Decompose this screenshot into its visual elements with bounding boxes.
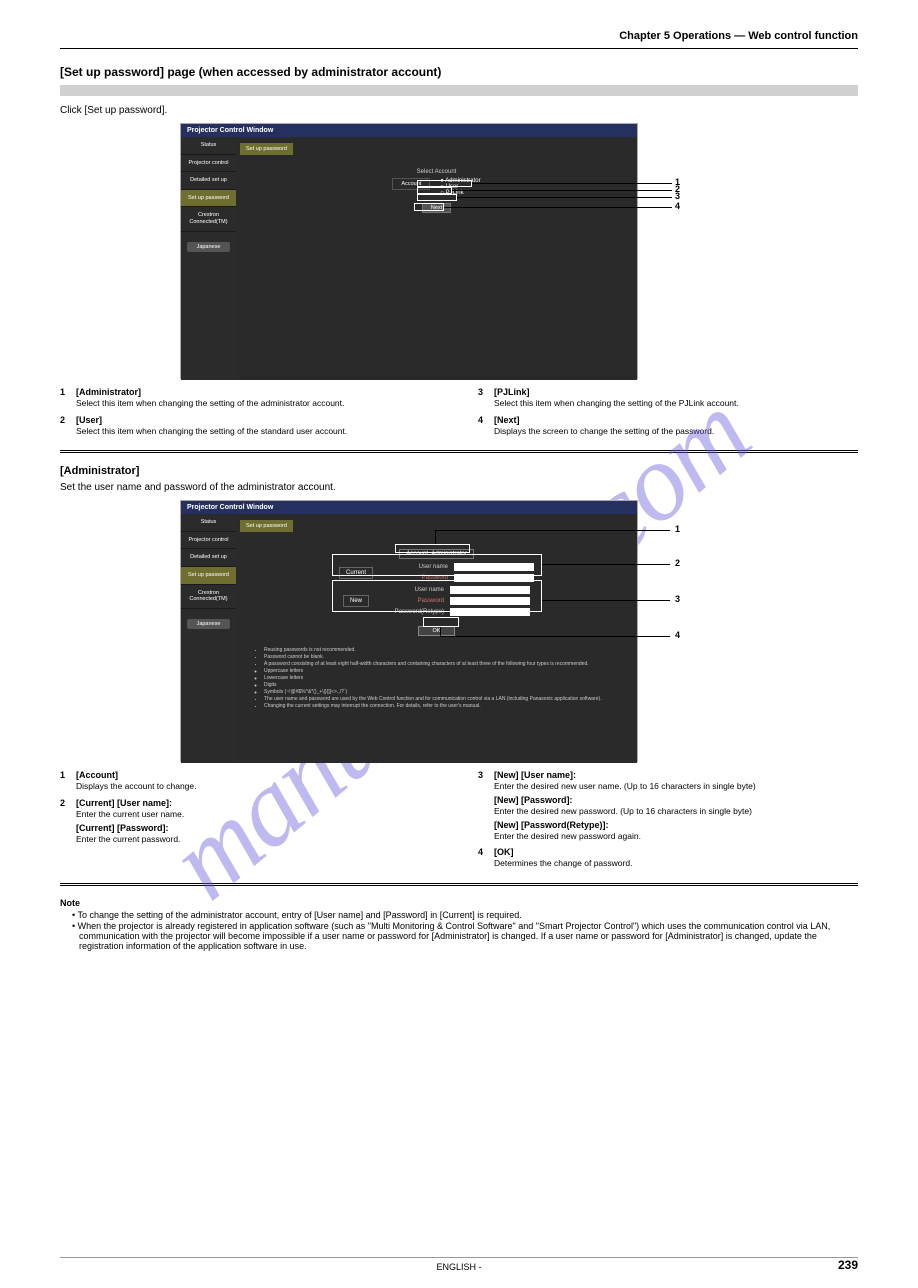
tab-setup-password[interactable]: Set up password <box>240 143 293 155</box>
side2-detailed-setup[interactable]: Detailed set up <box>181 549 236 567</box>
callout2-3-num: 3 <box>675 594 680 604</box>
figure-1-wrap: Projector Control Window Status Projecto… <box>180 123 780 379</box>
figure-2-wrap: Projector Control Window Status Projecto… <box>180 500 780 762</box>
side-status[interactable]: Status <box>181 137 236 155</box>
side2-setup-password[interactable]: Set up password <box>181 567 236 585</box>
fig2-title: Projector Control Window <box>187 504 273 511</box>
language-button-2[interactable]: Japanese <box>187 619 230 629</box>
tab2-setup-password[interactable]: Set up password <box>240 520 293 532</box>
fig2-notes: Reusing passwords is not recommended. Pa… <box>236 640 637 716</box>
note-item-2: • When the projector is already register… <box>72 921 858 951</box>
callout-3-num: 3 <box>675 191 680 201</box>
callout2-4-num: 4 <box>675 630 680 640</box>
gray-bar-1 <box>60 85 858 96</box>
section2-body: Set the user name and password of the ad… <box>60 481 858 494</box>
fig1-sidebar: Status Projector control Detailed set up… <box>181 137 236 380</box>
side-projector-control[interactable]: Projector control <box>181 155 236 173</box>
ok-button[interactable]: OK <box>418 626 456 636</box>
callout2-2-num: 2 <box>675 558 680 568</box>
side2-projector-control[interactable]: Projector control <box>181 532 236 550</box>
side2-status[interactable]: Status <box>181 514 236 532</box>
page-number: 239 <box>838 1258 858 1272</box>
chapter-heading: Chapter 5 Operations — Web control funct… <box>60 30 858 42</box>
double-rule-1 <box>60 450 858 453</box>
note-item-1: • To change the setting of the administr… <box>72 910 858 920</box>
chapter-rule <box>60 48 858 49</box>
section1-title: [Set up password] page (when accessed by… <box>60 65 858 79</box>
note-heading: Note <box>60 898 858 908</box>
figure-2: Projector Control Window Status Projecto… <box>180 500 638 762</box>
language-button[interactable]: Japanese <box>187 242 230 252</box>
select-account-label: Select Account <box>236 169 637 175</box>
double-rule-2 <box>60 883 858 886</box>
callout2-1-num: 1 <box>675 524 680 534</box>
side-detailed-setup[interactable]: Detailed set up <box>181 172 236 190</box>
fig1-titlebar: Projector Control Window <box>181 124 637 137</box>
fig2-titlebar: Projector Control Window <box>181 501 637 514</box>
fig2-descriptions: 1[Account]Displays the account to change… <box>60 770 858 875</box>
figure-1: Projector Control Window Status Projecto… <box>180 123 638 379</box>
fig2-sidebar: Status Projector control Detailed set up… <box>181 514 236 763</box>
fig1-main: Set up password Select Account Account ●… <box>236 137 637 380</box>
side-crestron[interactable]: Crestron Connected(TM) <box>181 207 236 231</box>
section1-body: Click [Set up password]. <box>60 104 858 117</box>
callout-4-num: 4 <box>675 201 680 211</box>
note-block: Note • To change the setting of the admi… <box>60 898 858 951</box>
page-footer: ENGLISH - 239 <box>0 1257 918 1272</box>
side-setup-password[interactable]: Set up password <box>181 190 236 208</box>
footer-text: ENGLISH - <box>436 1262 481 1272</box>
fig1-descriptions: 1[Administrator]Select this item when ch… <box>60 387 858 442</box>
page-content: Chapter 5 Operations — Web control funct… <box>0 0 918 1012</box>
section2-title: [Administrator] <box>60 465 858 477</box>
fig1-title: Projector Control Window <box>187 127 273 134</box>
side2-crestron[interactable]: Crestron Connected(TM) <box>181 585 236 609</box>
